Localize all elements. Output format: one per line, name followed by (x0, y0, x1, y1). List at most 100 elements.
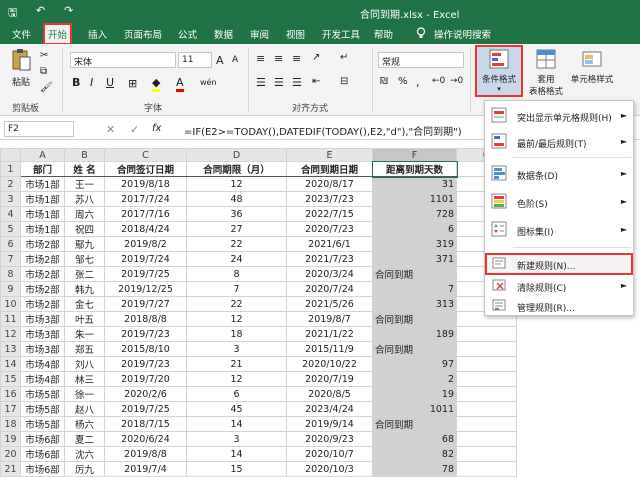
conditional-format-button[interactable]: 条件格式 ▾ (475, 45, 523, 97)
table-cell[interactable]: 市场1部 (20, 206, 65, 223)
tab-formulas[interactable]: 公式 (178, 27, 197, 41)
table-cell[interactable]: 市场5部 (20, 416, 65, 433)
align-right-icon[interactable]: ☰ (292, 76, 302, 89)
empty-cell[interactable] (456, 461, 517, 477)
table-cell[interactable]: 2021/6/1 (286, 236, 373, 253)
days-remaining-cell[interactable]: 728 (372, 206, 457, 223)
table-cell[interactable]: 2023/4/24 (286, 401, 373, 418)
column-header-c[interactable]: C (104, 147, 187, 163)
table-cell[interactable]: 18 (186, 326, 287, 343)
tab-insert[interactable]: 插入 (88, 27, 107, 41)
header-cell[interactable]: 合同到期日期 (286, 161, 373, 178)
days-remaining-cell[interactable]: 82 (372, 446, 457, 463)
table-cell[interactable]: 48 (186, 191, 287, 208)
accounting-icon[interactable]: ₪ (380, 76, 388, 87)
table-cell[interactable]: 2020/7/19 (286, 371, 373, 388)
table-cell[interactable]: 2017/7/16 (104, 206, 187, 223)
enter-icon[interactable]: ✓ (130, 123, 139, 136)
table-cell[interactable]: 市场2部 (20, 236, 65, 253)
table-cell[interactable]: 2020/6/24 (104, 431, 187, 448)
table-cell[interactable]: 2021/7/23 (286, 251, 373, 268)
empty-cell[interactable] (456, 416, 517, 433)
row-header[interactable]: 12 (0, 326, 21, 343)
wrap-text-icon[interactable]: ↵ (340, 52, 348, 63)
table-cell[interactable]: 市场5部 (20, 401, 65, 418)
comma-button[interactable]: , (416, 76, 420, 89)
empty-cell[interactable] (456, 446, 517, 463)
table-cell[interactable]: 8 (186, 266, 287, 283)
table-cell[interactable]: 22 (186, 236, 287, 253)
row-header[interactable]: 16 (0, 386, 21, 403)
table-cell[interactable]: 刘八 (64, 356, 105, 373)
table-cell[interactable]: 2019/7/25 (104, 401, 187, 418)
align-bottom-icon[interactable]: ≡ (292, 52, 301, 65)
empty-cell[interactable] (456, 401, 517, 418)
table-cell[interactable]: 2021/5/26 (286, 296, 373, 313)
days-remaining-cell[interactable]: 合同到期 (372, 341, 457, 358)
table-cell[interactable]: 2020/8/17 (286, 176, 373, 193)
table-cell[interactable]: 7 (186, 281, 287, 298)
menu-item-clear-rules[interactable]: 清除规则(C) ► (485, 275, 633, 297)
underline-button[interactable]: U (106, 76, 114, 89)
percent-button[interactable]: % (398, 76, 408, 87)
table-cell[interactable]: 市场6部 (20, 446, 65, 463)
table-cell[interactable]: 鄢九 (64, 236, 105, 253)
phonetic-button[interactable]: wén (200, 78, 217, 87)
table-cell[interactable]: 2017/7/24 (104, 191, 187, 208)
tab-view[interactable]: 视图 (286, 27, 305, 41)
table-cell[interactable]: 2021/1/22 (286, 326, 373, 343)
table-cell[interactable]: 2020/2/6 (104, 386, 187, 403)
font-name-select[interactable]: 宋体 (70, 52, 176, 68)
tab-file[interactable]: 文件 (12, 27, 31, 41)
table-cell[interactable]: 市场4部 (20, 356, 65, 373)
days-remaining-cell[interactable]: 合同到期 (372, 266, 457, 283)
table-cell[interactable]: 市场1部 (20, 191, 65, 208)
orientation-icon[interactable]: ↗ (312, 52, 320, 63)
row-header[interactable]: 18 (0, 416, 21, 433)
row-header[interactable]: 17 (0, 401, 21, 418)
insert-function-button[interactable]: fx (152, 123, 161, 134)
empty-cell[interactable] (456, 371, 517, 388)
empty-cell[interactable] (456, 326, 517, 343)
row-header[interactable]: 6 (0, 236, 21, 253)
table-cell[interactable]: 21 (186, 356, 287, 373)
paste-button[interactable]: 粘贴 (6, 48, 36, 88)
table-cell[interactable]: 市场6部 (20, 461, 65, 477)
table-cell[interactable]: 市场2部 (20, 296, 65, 313)
table-cell[interactable]: 金七 (64, 296, 105, 313)
table-cell[interactable]: 市场6部 (20, 431, 65, 448)
days-remaining-cell[interactable]: 319 (372, 236, 457, 253)
format-painter-icon[interactable]: 🖌 (40, 82, 53, 93)
formula-input[interactable]: =IF(E2>=TODAY(),DATEDIF(TODAY(),E2,"d"),… (184, 123, 462, 138)
table-cell[interactable]: 2019/8/18 (104, 176, 187, 193)
row-header[interactable]: 9 (0, 281, 21, 298)
table-cell[interactable]: 张二 (64, 266, 105, 283)
table-cell[interactable]: 2020/10/22 (286, 356, 373, 373)
table-cell[interactable]: 2020/7/23 (286, 221, 373, 238)
grow-font-button[interactable]: A (216, 54, 224, 67)
days-remaining-cell[interactable]: 68 (372, 431, 457, 448)
row-header[interactable]: 14 (0, 356, 21, 373)
table-cell[interactable]: 周六 (64, 206, 105, 223)
column-header-e[interactable]: E (286, 147, 373, 163)
table-cell[interactable]: 3 (186, 341, 287, 358)
table-cell[interactable]: 15 (186, 461, 287, 477)
table-cell[interactable]: 厉九 (64, 461, 105, 477)
column-header-f[interactable]: F (372, 147, 457, 163)
table-cell[interactable]: 徐一 (64, 386, 105, 403)
menu-item-manage-rules[interactable]: 管理规则(R)... (485, 295, 633, 317)
lightbulb-icon[interactable] (416, 27, 426, 42)
header-cell[interactable]: 距离到期天数 (371, 160, 458, 178)
days-remaining-cell[interactable]: 合同到期 (372, 416, 457, 433)
table-cell[interactable]: 12 (186, 176, 287, 193)
header-cell[interactable]: 姓 名 (64, 161, 105, 178)
menu-item-icon-sets[interactable]: 图标集(I) ► (485, 219, 633, 241)
column-header-d[interactable]: D (186, 147, 287, 163)
days-remaining-cell[interactable]: 1101 (372, 191, 457, 208)
table-cell[interactable]: 45 (186, 401, 287, 418)
increase-decimal-icon[interactable]: ←0 (432, 76, 445, 86)
table-cell[interactable]: 郑五 (64, 341, 105, 358)
menu-item-top-bottom-rules[interactable]: 最前/最后规则(T) ► (485, 131, 633, 153)
select-all-corner[interactable] (0, 147, 21, 163)
row-header[interactable]: 10 (0, 296, 21, 313)
